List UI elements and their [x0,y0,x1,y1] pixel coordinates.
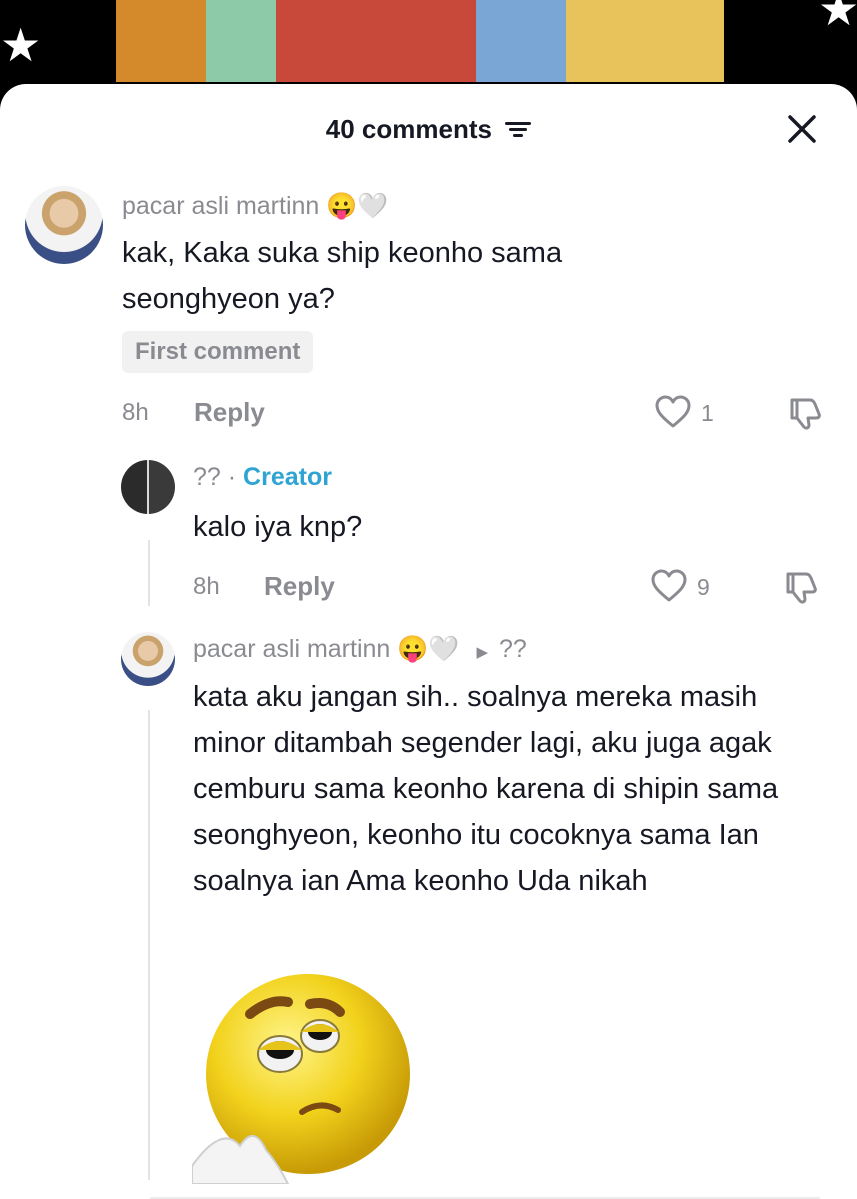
comment-username[interactable]: pacar asli martinn 😛🤍 ▶ ?? [193,635,527,664]
star-icon: ★ [818,0,857,35]
comment-text: kata aku jangan sih.. soalnya mereka mas… [193,681,779,897]
emoji: 😛🤍 [397,635,460,663]
play-arrow-icon: ▶ [476,644,489,661]
like-count: 9 [697,574,710,600]
thread-line [148,710,150,1180]
reply-button[interactable]: Reply [264,571,335,602]
like-count: 1 [701,400,714,426]
comment-username[interactable]: pacar asli martinn 😛🤍 [122,192,389,221]
thumbs-down-icon[interactable] [786,394,824,432]
comment-time: 8h [193,573,220,600]
first-comment-badge: First comment [122,331,314,373]
heart-outline-icon[interactable] [654,395,692,429]
comment-text: kalo iya knp? [193,511,363,543]
avatar[interactable] [121,632,175,686]
reply-button[interactable]: Reply [194,397,265,428]
thumbs-down-icon[interactable] [782,568,820,606]
reply-to-username[interactable]: ?? [499,635,527,663]
comments-sheet: 40 comments pacar asli martinn 😛🤍 kak, K… [0,84,857,1199]
comment-count: 40 comments [325,113,492,144]
avatar[interactable] [121,460,175,514]
emoji: 😛🤍 [326,192,389,220]
heart-outline-icon[interactable] [650,569,688,603]
tired-face-emoji-sticker [192,974,410,1184]
video-thumbnail [116,0,724,82]
thread-line [148,540,150,606]
comment-text: kak, Kaka suka ship keonho sama seonghye… [122,237,563,315]
avatar[interactable] [25,186,103,264]
comment-time: 8h [122,399,149,426]
close-icon[interactable] [785,112,819,146]
creator-label: Creator [243,463,332,491]
comment-username[interactable]: ?? · Creator [193,463,332,492]
filter-icon[interactable] [505,119,532,139]
star-icon: ★ [0,19,42,71]
comments-header: 40 comments [0,112,857,145]
